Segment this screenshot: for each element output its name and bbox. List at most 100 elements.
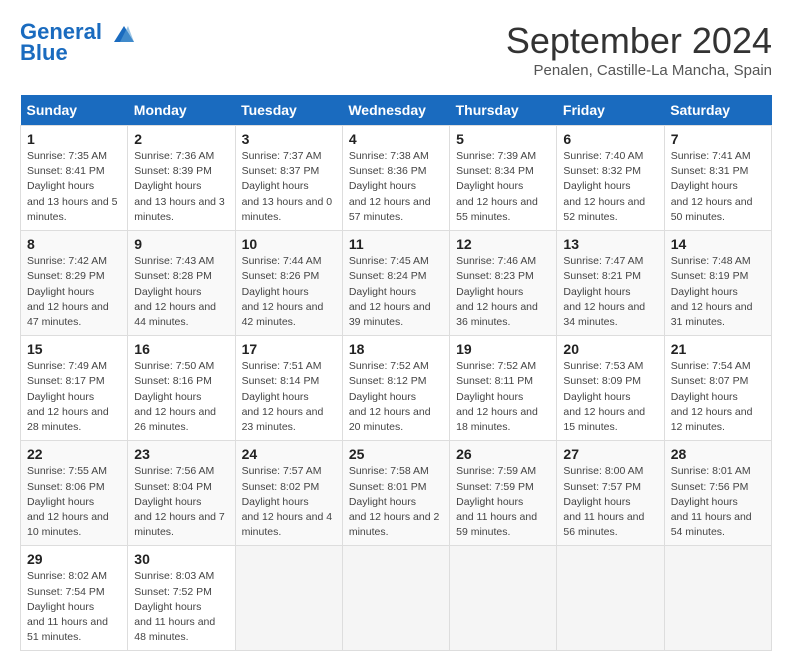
calendar-day: 23 Sunrise: 7:56 AM Sunset: 8:04 PM Dayl… xyxy=(128,441,235,546)
weekday-header: Friday xyxy=(557,95,664,126)
calendar-day xyxy=(342,546,449,651)
calendar-week-row: 1 Sunrise: 7:35 AM Sunset: 8:41 PM Dayli… xyxy=(21,126,772,231)
day-number: 2 xyxy=(134,131,228,147)
calendar-day: 19 Sunrise: 7:52 AM Sunset: 8:11 PM Dayl… xyxy=(450,336,557,441)
calendar-day: 6 Sunrise: 7:40 AM Sunset: 8:32 PM Dayli… xyxy=(557,126,664,231)
weekday-header: Saturday xyxy=(664,95,771,126)
day-number: 22 xyxy=(27,446,121,462)
day-number: 23 xyxy=(134,446,228,462)
day-detail: Sunrise: 7:48 AM Sunset: 8:19 PM Dayligh… xyxy=(671,254,765,330)
day-number: 14 xyxy=(671,236,765,252)
calendar-day: 21 Sunrise: 7:54 AM Sunset: 8:07 PM Dayl… xyxy=(664,336,771,441)
calendar-day: 12 Sunrise: 7:46 AM Sunset: 8:23 PM Dayl… xyxy=(450,231,557,336)
day-number: 30 xyxy=(134,551,228,567)
weekday-header: Sunday xyxy=(21,95,128,126)
weekday-header: Monday xyxy=(128,95,235,126)
logo-icon xyxy=(110,22,138,44)
logo: General Blue xyxy=(20,20,138,66)
day-detail: Sunrise: 7:56 AM Sunset: 8:04 PM Dayligh… xyxy=(134,464,228,540)
day-detail: Sunrise: 7:42 AM Sunset: 8:29 PM Dayligh… xyxy=(27,254,121,330)
day-number: 16 xyxy=(134,341,228,357)
day-number: 1 xyxy=(27,131,121,147)
weekday-header: Tuesday xyxy=(235,95,342,126)
day-detail: Sunrise: 7:49 AM Sunset: 8:17 PM Dayligh… xyxy=(27,359,121,435)
day-detail: Sunrise: 7:57 AM Sunset: 8:02 PM Dayligh… xyxy=(242,464,336,540)
calendar-day: 24 Sunrise: 7:57 AM Sunset: 8:02 PM Dayl… xyxy=(235,441,342,546)
month-title: September 2024 xyxy=(506,20,772,62)
day-detail: Sunrise: 7:40 AM Sunset: 8:32 PM Dayligh… xyxy=(563,149,657,225)
day-number: 3 xyxy=(242,131,336,147)
day-detail: Sunrise: 7:36 AM Sunset: 8:39 PM Dayligh… xyxy=(134,149,228,225)
calendar-day: 3 Sunrise: 7:37 AM Sunset: 8:37 PM Dayli… xyxy=(235,126,342,231)
title-block: September 2024 Penalen, Castille-La Manc… xyxy=(506,20,772,79)
day-detail: Sunrise: 7:39 AM Sunset: 8:34 PM Dayligh… xyxy=(456,149,550,225)
calendar-table: SundayMondayTuesdayWednesdayThursdayFrid… xyxy=(20,95,772,651)
calendar-day: 5 Sunrise: 7:39 AM Sunset: 8:34 PM Dayli… xyxy=(450,126,557,231)
day-detail: Sunrise: 8:03 AM Sunset: 7:52 PM Dayligh… xyxy=(134,569,228,645)
calendar-day: 9 Sunrise: 7:43 AM Sunset: 8:28 PM Dayli… xyxy=(128,231,235,336)
location: Penalen, Castille-La Mancha, Spain xyxy=(506,62,772,79)
calendar-day: 14 Sunrise: 7:48 AM Sunset: 8:19 PM Dayl… xyxy=(664,231,771,336)
day-detail: Sunrise: 7:53 AM Sunset: 8:09 PM Dayligh… xyxy=(563,359,657,435)
day-number: 21 xyxy=(671,341,765,357)
calendar-day: 15 Sunrise: 7:49 AM Sunset: 8:17 PM Dayl… xyxy=(21,336,128,441)
calendar-day: 13 Sunrise: 7:47 AM Sunset: 8:21 PM Dayl… xyxy=(557,231,664,336)
day-number: 4 xyxy=(349,131,443,147)
day-detail: Sunrise: 7:41 AM Sunset: 8:31 PM Dayligh… xyxy=(671,149,765,225)
calendar-week-row: 29 Sunrise: 8:02 AM Sunset: 7:54 PM Dayl… xyxy=(21,546,772,651)
day-detail: Sunrise: 7:45 AM Sunset: 8:24 PM Dayligh… xyxy=(349,254,443,330)
calendar-day: 11 Sunrise: 7:45 AM Sunset: 8:24 PM Dayl… xyxy=(342,231,449,336)
calendar-day: 18 Sunrise: 7:52 AM Sunset: 8:12 PM Dayl… xyxy=(342,336,449,441)
calendar-day: 29 Sunrise: 8:02 AM Sunset: 7:54 PM Dayl… xyxy=(21,546,128,651)
day-detail: Sunrise: 7:44 AM Sunset: 8:26 PM Dayligh… xyxy=(242,254,336,330)
day-number: 19 xyxy=(456,341,550,357)
day-detail: Sunrise: 8:01 AM Sunset: 7:56 PM Dayligh… xyxy=(671,464,765,540)
day-detail: Sunrise: 7:37 AM Sunset: 8:37 PM Dayligh… xyxy=(242,149,336,225)
day-number: 11 xyxy=(349,236,443,252)
calendar-day: 26 Sunrise: 7:59 AM Sunset: 7:59 PM Dayl… xyxy=(450,441,557,546)
calendar-day: 8 Sunrise: 7:42 AM Sunset: 8:29 PM Dayli… xyxy=(21,231,128,336)
weekday-header: Thursday xyxy=(450,95,557,126)
calendar-day: 28 Sunrise: 8:01 AM Sunset: 7:56 PM Dayl… xyxy=(664,441,771,546)
calendar-day: 22 Sunrise: 7:55 AM Sunset: 8:06 PM Dayl… xyxy=(21,441,128,546)
page-header: General Blue September 2024 Penalen, Cas… xyxy=(20,20,772,79)
day-number: 28 xyxy=(671,446,765,462)
weekday-header-row: SundayMondayTuesdayWednesdayThursdayFrid… xyxy=(21,95,772,126)
calendar-day: 27 Sunrise: 8:00 AM Sunset: 7:57 PM Dayl… xyxy=(557,441,664,546)
day-detail: Sunrise: 7:52 AM Sunset: 8:11 PM Dayligh… xyxy=(456,359,550,435)
calendar-day xyxy=(557,546,664,651)
calendar-week-row: 8 Sunrise: 7:42 AM Sunset: 8:29 PM Dayli… xyxy=(21,231,772,336)
day-detail: Sunrise: 7:46 AM Sunset: 8:23 PM Dayligh… xyxy=(456,254,550,330)
calendar-day: 17 Sunrise: 7:51 AM Sunset: 8:14 PM Dayl… xyxy=(235,336,342,441)
calendar-day xyxy=(235,546,342,651)
calendar-day xyxy=(664,546,771,651)
calendar-day: 20 Sunrise: 7:53 AM Sunset: 8:09 PM Dayl… xyxy=(557,336,664,441)
day-number: 24 xyxy=(242,446,336,462)
day-number: 15 xyxy=(27,341,121,357)
day-detail: Sunrise: 7:43 AM Sunset: 8:28 PM Dayligh… xyxy=(134,254,228,330)
day-detail: Sunrise: 7:38 AM Sunset: 8:36 PM Dayligh… xyxy=(349,149,443,225)
day-detail: Sunrise: 8:00 AM Sunset: 7:57 PM Dayligh… xyxy=(563,464,657,540)
day-detail: Sunrise: 7:55 AM Sunset: 8:06 PM Dayligh… xyxy=(27,464,121,540)
calendar-day: 1 Sunrise: 7:35 AM Sunset: 8:41 PM Dayli… xyxy=(21,126,128,231)
day-number: 17 xyxy=(242,341,336,357)
day-number: 25 xyxy=(349,446,443,462)
day-detail: Sunrise: 7:51 AM Sunset: 8:14 PM Dayligh… xyxy=(242,359,336,435)
day-detail: Sunrise: 7:52 AM Sunset: 8:12 PM Dayligh… xyxy=(349,359,443,435)
day-detail: Sunrise: 7:50 AM Sunset: 8:16 PM Dayligh… xyxy=(134,359,228,435)
day-number: 12 xyxy=(456,236,550,252)
day-number: 13 xyxy=(563,236,657,252)
day-detail: Sunrise: 7:35 AM Sunset: 8:41 PM Dayligh… xyxy=(27,149,121,225)
day-detail: Sunrise: 8:02 AM Sunset: 7:54 PM Dayligh… xyxy=(27,569,121,645)
day-number: 8 xyxy=(27,236,121,252)
day-number: 29 xyxy=(27,551,121,567)
day-detail: Sunrise: 7:47 AM Sunset: 8:21 PM Dayligh… xyxy=(563,254,657,330)
day-number: 7 xyxy=(671,131,765,147)
calendar-day xyxy=(450,546,557,651)
day-number: 5 xyxy=(456,131,550,147)
day-detail: Sunrise: 7:59 AM Sunset: 7:59 PM Dayligh… xyxy=(456,464,550,540)
calendar-day: 25 Sunrise: 7:58 AM Sunset: 8:01 PM Dayl… xyxy=(342,441,449,546)
day-detail: Sunrise: 7:54 AM Sunset: 8:07 PM Dayligh… xyxy=(671,359,765,435)
calendar-day: 7 Sunrise: 7:41 AM Sunset: 8:31 PM Dayli… xyxy=(664,126,771,231)
weekday-header: Wednesday xyxy=(342,95,449,126)
